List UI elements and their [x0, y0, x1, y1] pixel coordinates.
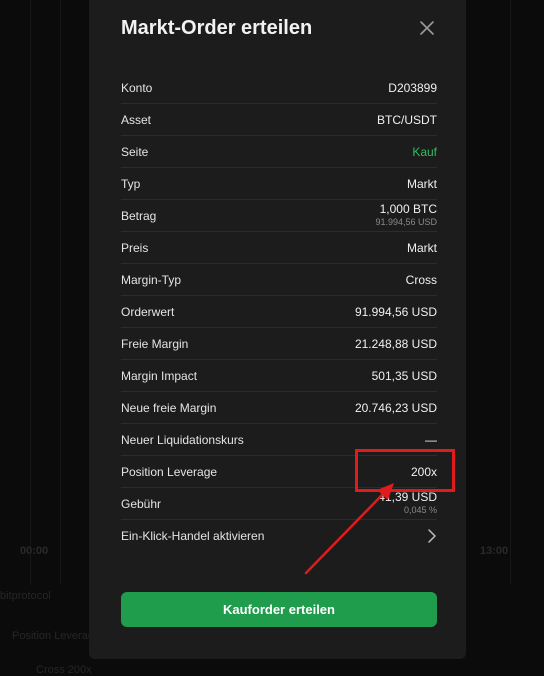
row-value: Markt	[407, 176, 437, 191]
row-label: Konto	[121, 80, 153, 95]
row-label: Margin Impact	[121, 368, 198, 383]
background-label: Position Leverage	[12, 630, 101, 642]
close-icon[interactable]	[418, 19, 436, 37]
row-gebuehr: Gebühr 41,39 USD 0,045 %	[121, 488, 437, 520]
row-label: Neue freie Margin	[121, 400, 217, 415]
row-label: Margin-Typ	[121, 272, 182, 287]
row-konto: Konto D203899	[121, 72, 437, 104]
row-value: —	[425, 432, 437, 447]
amount-usd: 91.994,56 USD	[375, 216, 437, 227]
row-typ: Typ Markt	[121, 168, 437, 200]
row-betrag: Betrag 1,000 BTC 91.994,56 USD	[121, 200, 437, 232]
time-label: 13:00	[480, 545, 509, 557]
fee-percent: 0,045 %	[403, 504, 437, 515]
grid-line	[60, 0, 61, 585]
background-row: Cross 200x	[36, 664, 92, 676]
order-dialog: Markt-Order erteilen Konto D203899 Asset…	[89, 0, 466, 659]
background-link: bitprotocol	[0, 590, 51, 602]
row-neue-freie-margin: Neue freie Margin 20.746,23 USD	[121, 392, 437, 424]
dialog-title: Markt-Order erteilen	[121, 17, 313, 39]
row-label: Betrag	[121, 208, 157, 223]
row-value: 91.994,56 USD	[354, 304, 437, 319]
row-value: BTC/USDT	[377, 112, 437, 127]
grid-line	[510, 0, 511, 585]
row-label: Gebühr	[121, 496, 162, 511]
row-orderwert: Orderwert 91.994,56 USD	[121, 296, 437, 328]
row-preis: Preis Markt	[121, 232, 437, 264]
row-margin-typ: Margin-Typ Cross	[121, 264, 437, 296]
submit-buy-order-button[interactable]: Kauforder erteilen	[121, 592, 437, 627]
row-value: 501,35 USD	[371, 368, 437, 383]
row-freie-margin: Freie Margin 21.248,88 USD	[121, 328, 437, 360]
row-label: Seite	[121, 144, 149, 159]
fee-value: 41,39 USD 0,045 %	[378, 491, 437, 515]
row-value: D203899	[388, 80, 437, 95]
row-label: Typ	[121, 176, 141, 191]
row-value: 21.248,88 USD	[354, 336, 437, 351]
row-asset: Asset BTC/USDT	[121, 104, 437, 136]
row-margin-impact: Margin Impact 501,35 USD	[121, 360, 437, 392]
row-seite: Seite Kauf	[121, 136, 437, 168]
row-label: Preis	[121, 240, 149, 255]
fee-amount: 41,39 USD	[378, 490, 437, 505]
side-value: Kauf	[412, 144, 437, 159]
annotation-highlight-box	[355, 449, 455, 492]
row-label: Neuer Liquidationskurs	[121, 432, 244, 447]
row-label: Asset	[121, 112, 152, 127]
chevron-right-icon	[428, 528, 436, 543]
time-label: 00:00	[20, 545, 49, 557]
amount-btc: 1,000 BTC	[379, 202, 437, 217]
row-label: Ein-Klick-Handel aktivieren	[121, 528, 265, 543]
row-value: Markt	[407, 240, 437, 255]
row-value: 20.746,23 USD	[354, 400, 437, 415]
amount-value: 1,000 BTC 91.994,56 USD	[375, 203, 437, 227]
row-label: Orderwert	[121, 304, 175, 319]
row-value: Cross	[405, 272, 437, 287]
row-label: Freie Margin	[121, 336, 189, 351]
one-click-trading-toggle[interactable]: Ein-Klick-Handel aktivieren	[121, 520, 437, 551]
row-label: Position Leverage	[121, 464, 218, 479]
grid-line	[30, 0, 31, 585]
